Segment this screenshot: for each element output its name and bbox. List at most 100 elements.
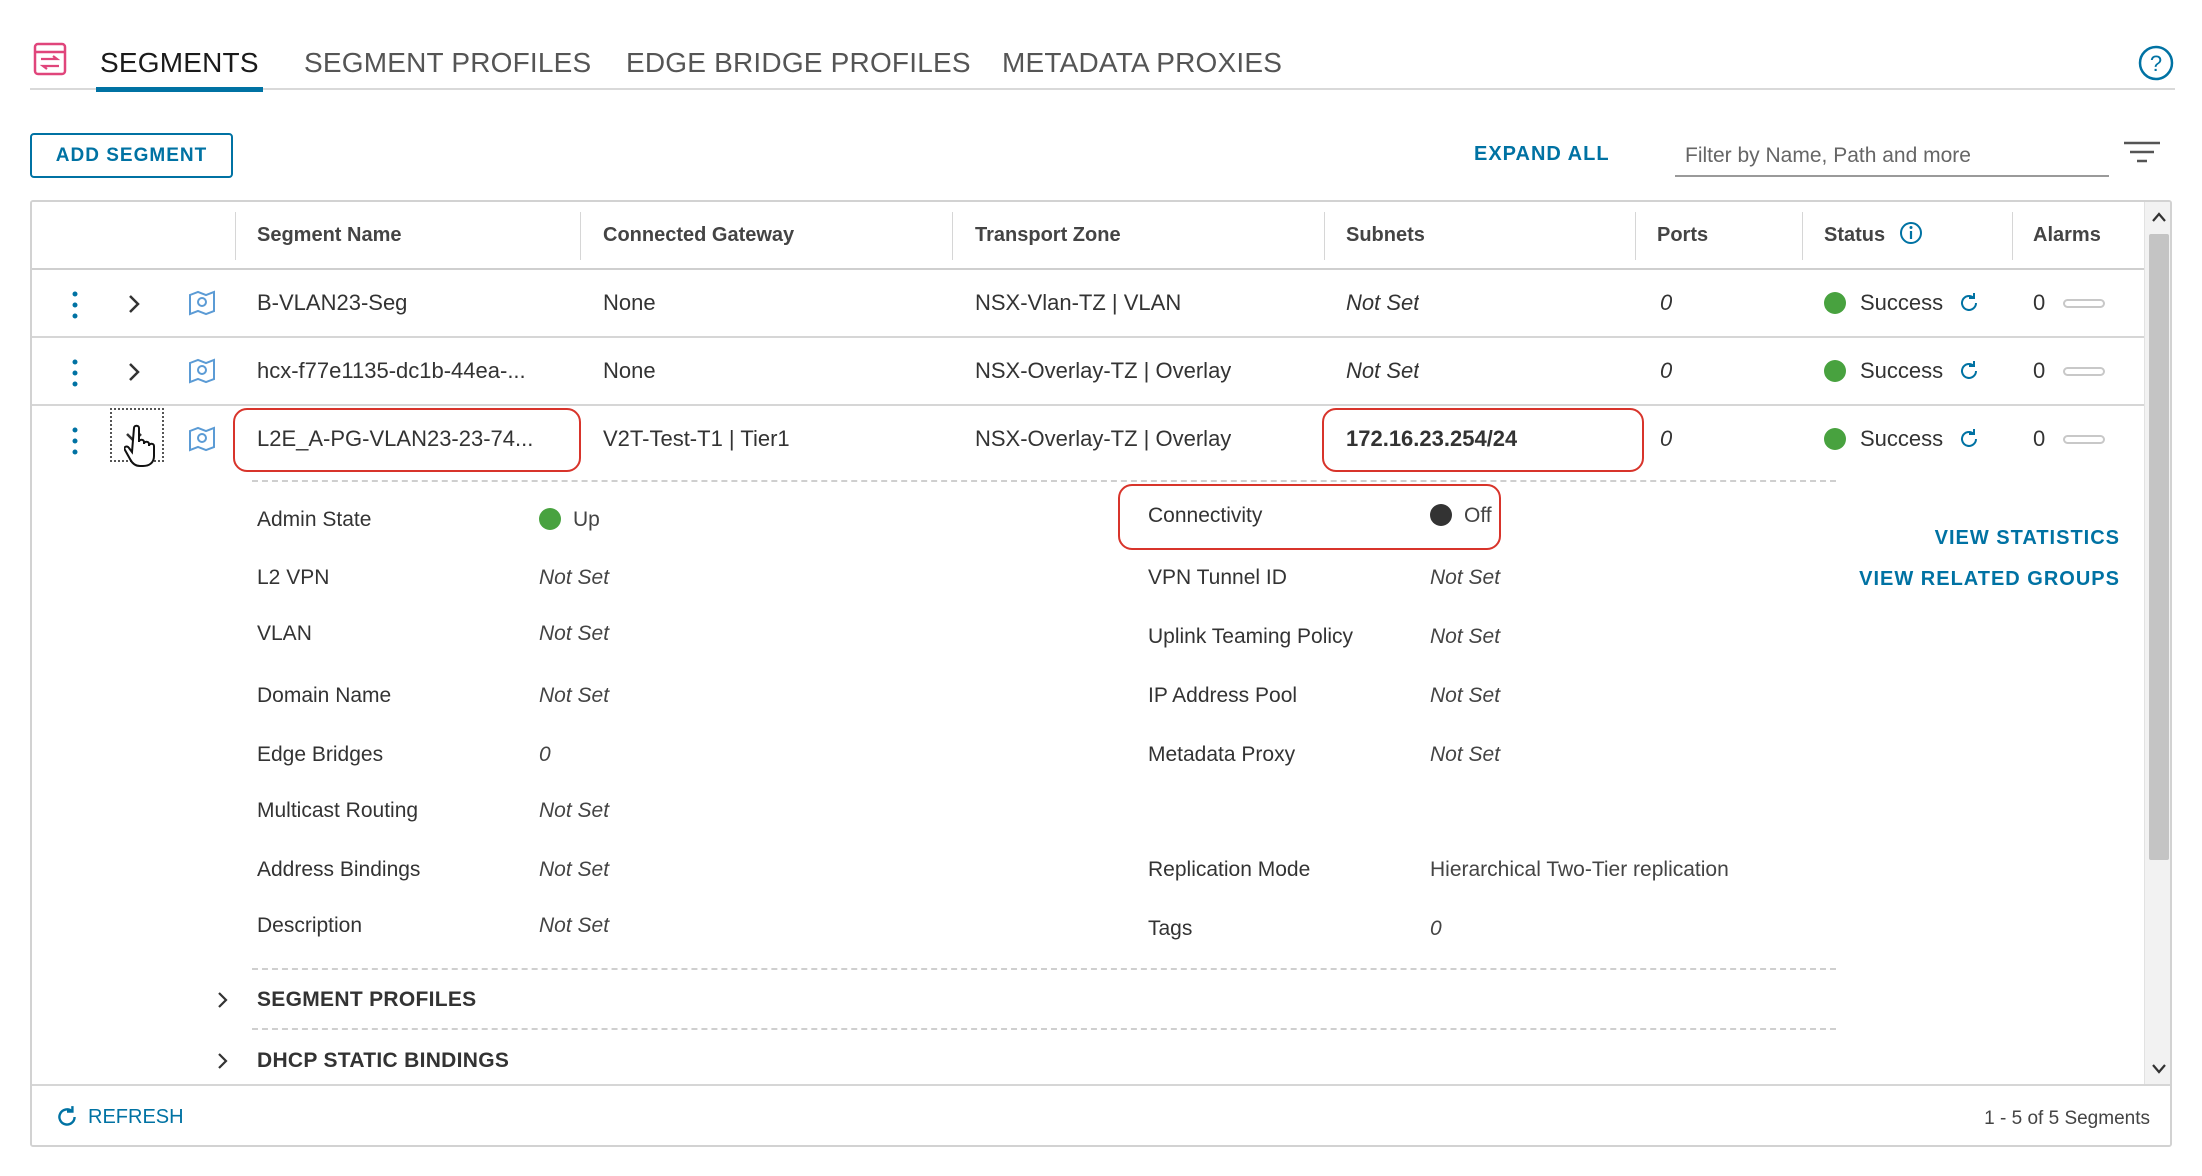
expand-all-link[interactable]: EXPAND ALL (1474, 143, 1610, 166)
pagination-summary: 1 - 5 of 5 Segments (1984, 1108, 2150, 1129)
segment-type-icon (189, 290, 215, 316)
view-statistics-link[interactable]: VIEW STATISTICS (1812, 527, 2120, 550)
row-actions-icon[interactable] (70, 290, 80, 320)
status-text: Success (1860, 290, 1944, 315)
table-row[interactable]: hcx-f77e1135-dc1b-44ea-... None NSX-Over… (32, 338, 2144, 406)
ports: 0 (1660, 290, 1673, 315)
expand-segment-profiles-icon[interactable] (215, 990, 231, 1010)
status-cell: Success (1824, 338, 1981, 404)
col-alarms[interactable]: Alarms (2033, 202, 2101, 268)
admin-state-text: Up (573, 508, 600, 531)
expand-chevron-icon[interactable] (124, 360, 144, 384)
detail-label-l2-vpn: L2 VPN (257, 566, 330, 589)
status-cell: Success (1824, 406, 1981, 472)
detail-value-l2-vpn: Not Set (539, 566, 610, 589)
connected-gateway: None (603, 290, 656, 315)
expand-dhcp-static-bindings-icon[interactable] (215, 1051, 231, 1071)
detail-label-address-bindings: Address Bindings (257, 858, 421, 881)
vertical-scrollbar[interactable] (2144, 202, 2170, 1084)
detail-label-connectivity: Connectivity (1148, 504, 1263, 527)
status-cell: Success (1824, 270, 1981, 336)
segment-name[interactable]: L2E_A-PG-VLAN23-23-74... (257, 406, 572, 472)
scroll-up-icon[interactable] (2151, 210, 2167, 224)
alarms-cell: 0 (2033, 338, 2106, 404)
status-success-icon (1824, 292, 1846, 314)
ports: 0 (1660, 358, 1673, 383)
help-icon[interactable]: ? (2137, 44, 2175, 82)
scrollbar-thumb[interactable] (2149, 234, 2169, 860)
alarm-count: 0 (2033, 426, 2046, 451)
expand-chevron-icon[interactable] (124, 292, 144, 316)
col-status[interactable]: Status (1824, 202, 1923, 268)
filter-icon[interactable] (2124, 140, 2160, 166)
refresh-button[interactable]: REFRESH (54, 1104, 184, 1130)
view-related-groups-link[interactable]: VIEW RELATED GROUPS (1732, 568, 2120, 591)
tab-segment-profiles[interactable]: SEGMENT PROFILES (304, 40, 591, 90)
subnets: Not Set (1346, 290, 1420, 315)
segment-name[interactable]: hcx-f77e1135-dc1b-44ea-... (257, 338, 572, 404)
col-status-label: Status (1824, 224, 1886, 246)
alarm-count: 0 (2033, 290, 2046, 315)
refresh-label: REFRESH (88, 1105, 184, 1128)
subnets: Not Set (1346, 358, 1420, 383)
detail-value-uplink-teaming-policy: Not Set (1430, 625, 1501, 648)
transport-zone: NSX-Overlay-TZ | Overlay (975, 426, 1232, 451)
col-subnets[interactable]: Subnets (1346, 202, 1425, 268)
segment-type-icon (189, 358, 215, 384)
detail-value-address-bindings: Not Set (539, 858, 610, 881)
transport-zone: NSX-Vlan-TZ | VLAN (975, 290, 1182, 315)
alarm-bar (2063, 435, 2106, 444)
section-dhcp-static-bindings[interactable]: DHCP STATIC BINDINGS (257, 1049, 509, 1073)
status-text: Success (1860, 426, 1944, 451)
detail-label-vpn-tunnel-id: VPN Tunnel ID (1148, 566, 1287, 589)
table-row[interactable]: B-VLAN23-Seg None NSX-Vlan-TZ | VLAN Not… (32, 270, 2144, 338)
refresh-status-icon[interactable] (1957, 291, 1981, 315)
add-segment-button[interactable]: ADD SEGMENT (30, 133, 233, 178)
filter-input[interactable] (1675, 137, 2109, 177)
segment-name[interactable]: B-VLAN23-Seg (257, 270, 572, 336)
tab-edge-bridge-profiles[interactable]: EDGE BRIDGE PROFILES (626, 40, 971, 90)
refresh-status-icon[interactable] (1957, 427, 1981, 451)
col-segment-name[interactable]: Segment Name (257, 202, 402, 268)
col-ports[interactable]: Ports (1657, 202, 1708, 268)
col-connected-gateway[interactable]: Connected Gateway (603, 202, 794, 268)
detail-value-edge-bridges: 0 (539, 743, 551, 766)
alarm-bar (2063, 299, 2106, 308)
detail-value-vpn-tunnel-id: Not Set (1430, 566, 1501, 589)
detail-value-metadata-proxy: Not Set (1430, 743, 1501, 766)
detail-label-vlan: VLAN (257, 622, 312, 645)
tab-metadata-proxies[interactable]: METADATA PROXIES (1002, 40, 1282, 90)
alarms-cell: 0 (2033, 270, 2106, 336)
grid-footer: REFRESH 1 - 5 of 5 Segments (32, 1084, 2170, 1145)
col-transport-zone[interactable]: Transport Zone (975, 202, 1121, 268)
detail-label-edge-bridges: Edge Bridges (257, 743, 384, 766)
hand-cursor-icon (124, 424, 155, 467)
section-segment-profiles[interactable]: SEGMENT PROFILES (257, 988, 477, 1012)
top-tab-bar: SEGMENTS SEGMENT PROFILES EDGE BRIDGE PR… (30, 40, 2175, 92)
grid-header: Segment Name Connected Gateway Transport… (32, 202, 2144, 270)
scroll-down-icon[interactable] (2151, 1062, 2167, 1076)
detail-value-description: Not Set (539, 914, 610, 937)
connectivity-off-icon (1430, 504, 1452, 526)
tab-segments[interactable]: SEGMENTS (96, 40, 263, 92)
row-actions-icon[interactable] (70, 426, 80, 456)
svg-text:?: ? (2150, 51, 2162, 76)
refresh-status-icon[interactable] (1957, 359, 1981, 383)
alarm-bar (2063, 367, 2106, 376)
transport-zone: NSX-Overlay-TZ | Overlay (975, 358, 1232, 383)
refresh-icon (58, 1106, 76, 1126)
row-actions-icon[interactable] (70, 358, 80, 388)
subnets: 172.16.23.254/24 (1346, 426, 1518, 451)
table-row-expanded[interactable]: L2E_A-PG-VLAN23-23-74... V2T-Test-T1 | T… (32, 406, 2144, 480)
detail-label-admin-state: Admin State (257, 508, 372, 531)
alarm-count: 0 (2033, 358, 2046, 383)
alarms-cell: 0 (2033, 406, 2106, 472)
detail-value-ip-address-pool: Not Set (1430, 684, 1501, 707)
detail-value-tags: 0 (1430, 917, 1442, 940)
info-icon[interactable] (1899, 221, 1923, 245)
detail-value-connectivity: Off (1430, 504, 1492, 528)
segments-grid: Segment Name Connected Gateway Transport… (30, 200, 2172, 1147)
detail-label-metadata-proxy: Metadata Proxy (1148, 743, 1296, 766)
detail-value-multicast-routing: Not Set (539, 799, 610, 822)
detail-label-multicast-routing: Multicast Routing (257, 799, 419, 822)
